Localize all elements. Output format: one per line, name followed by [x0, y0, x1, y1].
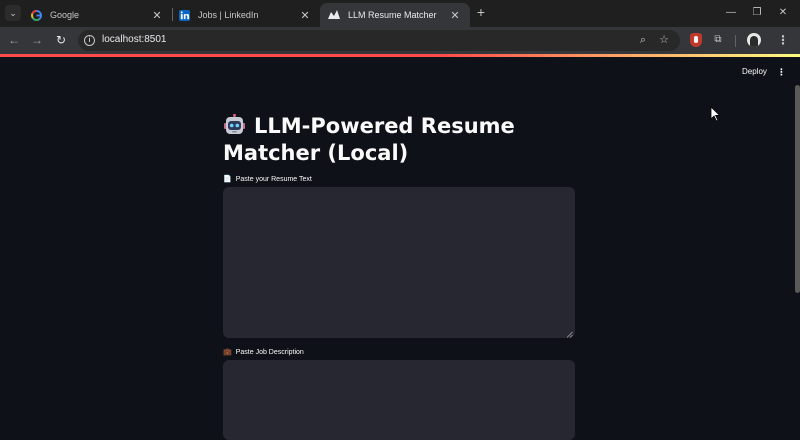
tab-title: Jobs | LinkedIn: [198, 10, 259, 20]
resume-field-label: 📄 Paste your Resume Text: [223, 175, 312, 183]
forward-button[interactable]: →: [29, 32, 45, 48]
resume-label-text: Paste your Resume Text: [235, 176, 312, 183]
streamlit-icon: [328, 9, 340, 21]
bookmark-star-icon[interactable]: ☆: [657, 33, 671, 47]
close-window-button[interactable]: ✕: [775, 5, 791, 21]
page-title-text: LLM-Powered Resume Matcher (Local): [223, 114, 515, 165]
minimize-button[interactable]: —: [723, 5, 739, 21]
tab-llm-resume-matcher[interactable]: LLM Resume Matcher ✕: [320, 3, 470, 27]
profile-avatar[interactable]: [747, 33, 761, 47]
new-tab-button[interactable]: +: [473, 5, 489, 21]
extensions-puzzle-icon[interactable]: ⧉: [710, 32, 726, 48]
reload-button[interactable]: ↻: [53, 32, 69, 48]
browser-tab-strip: ⌄ Google ✕ Jobs | LinkedIn ✕ LLM Resume …: [0, 0, 800, 27]
toolbar-separator: [735, 35, 736, 47]
app-menu-icon[interactable]: ⋮: [777, 67, 786, 78]
site-info-icon[interactable]: i: [84, 35, 95, 46]
job-label-text: Paste Job Description: [235, 349, 304, 356]
mouse-cursor-icon: [710, 106, 720, 122]
address-bar[interactable]: i localhost:8501 ⌕ ☆: [78, 30, 680, 51]
google-icon: [30, 9, 42, 21]
browser-toolbar: ← → ↻ i localhost:8501 ⌕ ☆ ⧉ ⋮: [0, 27, 800, 54]
page-title-block: LLM-Powered Resume Matcher (Local): [223, 113, 583, 167]
robot-icon: [223, 113, 246, 136]
job-description-textarea[interactable]: [223, 360, 575, 440]
tab-search-button[interactable]: ⌄: [5, 5, 21, 21]
zoom-icon[interactable]: ⌕: [636, 33, 650, 47]
app-main: Deploy ⋮ LLM-Powered Resume Matcher (Loc…: [0, 57, 800, 440]
page-title: LLM-Powered Resume Matcher (Local): [223, 113, 583, 167]
tab-close-icon[interactable]: ✕: [298, 9, 312, 22]
url-text[interactable]: localhost:8501: [102, 34, 167, 45]
deploy-button[interactable]: Deploy: [742, 67, 767, 76]
tab-title: Google: [50, 10, 80, 20]
document-icon: 📄: [223, 176, 232, 183]
tab-linkedin[interactable]: Jobs | LinkedIn ✕: [170, 3, 320, 27]
tab-close-icon[interactable]: ✕: [150, 9, 164, 22]
tab-close-icon[interactable]: ✕: [448, 9, 462, 22]
briefcase-icon: 💼: [223, 349, 232, 356]
resume-textarea[interactable]: [223, 187, 575, 338]
restore-button[interactable]: ❐: [749, 5, 765, 21]
job-field-label: 💼 Paste Job Description: [223, 348, 304, 356]
tab-title: LLM Resume Matcher: [348, 10, 437, 20]
chrome-menu-icon[interactable]: ⋮: [775, 32, 791, 48]
adblock-extension-icon[interactable]: [690, 33, 702, 47]
scrollbar[interactable]: [795, 85, 800, 293]
tab-google[interactable]: Google ✕: [22, 3, 172, 27]
back-button[interactable]: ←: [6, 32, 22, 48]
linkedin-icon: [178, 9, 190, 21]
resize-grip-icon[interactable]: [566, 331, 573, 338]
